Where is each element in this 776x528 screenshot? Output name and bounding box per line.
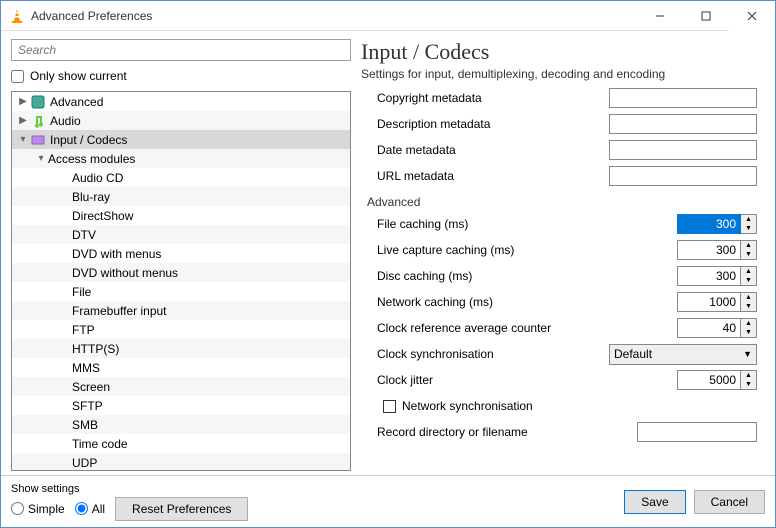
minimize-button[interactable] — [637, 1, 683, 31]
field-label: Date metadata — [377, 143, 609, 157]
chevron-down-icon[interactable]: ▾ — [16, 134, 30, 145]
chevron-down-icon: ▼ — [741, 250, 756, 259]
maximize-button[interactable] — [683, 1, 729, 31]
record-directory-input[interactable] — [637, 422, 757, 442]
tree-item[interactable]: Time code — [12, 434, 350, 453]
field-label: Disc caching (ms) — [377, 269, 677, 283]
url-metadata-input[interactable] — [609, 166, 757, 186]
gear-icon — [30, 94, 46, 110]
spinner-buttons[interactable]: ▲▼ — [741, 214, 757, 234]
tree-item[interactable]: MMS — [12, 358, 350, 377]
settings-scroll[interactable]: Copyright metadata Description metadata … — [361, 85, 765, 471]
tree-item[interactable]: Audio CD — [12, 168, 350, 187]
tree-item[interactable]: HTTP(S) — [12, 339, 350, 358]
section-header-advanced: Advanced — [361, 189, 763, 211]
chevron-up-icon: ▲ — [741, 293, 756, 302]
tree-item[interactable]: SMB — [12, 415, 350, 434]
chevron-down-icon: ▼ — [741, 328, 756, 337]
input-codecs-icon — [30, 132, 46, 148]
chevron-down-icon: ▼ — [741, 380, 756, 389]
chevron-down-icon[interactable]: ▾ — [34, 153, 48, 164]
tree-item[interactable]: SFTP — [12, 396, 350, 415]
field-label: Clock jitter — [377, 373, 677, 387]
spinner-buttons[interactable]: ▲▼ — [741, 292, 757, 312]
description-metadata-input[interactable] — [609, 114, 757, 134]
only-show-current[interactable]: Only show current — [11, 69, 351, 83]
field-label: File caching (ms) — [377, 217, 677, 231]
only-show-current-label: Only show current — [30, 69, 127, 83]
tree-item-input-codecs[interactable]: ▾ Input / Codecs — [12, 130, 350, 149]
spinner-buttons[interactable]: ▲▼ — [741, 266, 757, 286]
spinner-buttons[interactable]: ▲▼ — [741, 318, 757, 338]
tree-item[interactable]: DVD without menus — [12, 263, 350, 282]
tree-item[interactable]: DVD with menus — [12, 244, 350, 263]
search-input[interactable] — [11, 39, 351, 61]
chevron-down-icon: ▼ — [741, 276, 756, 285]
all-radio[interactable]: All — [75, 502, 105, 516]
chevron-up-icon: ▲ — [741, 371, 756, 380]
clock-jitter-input[interactable] — [677, 370, 741, 390]
date-metadata-input[interactable] — [609, 140, 757, 160]
copyright-metadata-input[interactable] — [609, 88, 757, 108]
chevron-up-icon: ▲ — [741, 241, 756, 250]
chevron-down-icon: ▼ — [743, 349, 752, 359]
content-area: Only show current ▶ Advanced ▶ Audio ▾ I… — [1, 31, 775, 475]
field-label: Network synchronisation — [402, 399, 757, 413]
field-label: Record directory or filename — [377, 425, 637, 439]
reset-preferences-button[interactable]: Reset Preferences — [115, 497, 248, 521]
titlebar: Advanced Preferences — [1, 1, 775, 31]
only-show-current-checkbox[interactable] — [11, 70, 24, 83]
field-label: URL metadata — [377, 169, 609, 183]
field-label: Clock reference average counter — [377, 321, 677, 335]
footer: Show settings Simple All Reset Preferenc… — [1, 475, 775, 527]
tree-item[interactable]: UDP — [12, 453, 350, 471]
tree-item-access-modules[interactable]: ▾ Access modules — [12, 149, 350, 168]
cancel-button[interactable]: Cancel — [694, 490, 765, 514]
close-button[interactable] — [729, 1, 775, 31]
category-tree[interactable]: ▶ Advanced ▶ Audio ▾ Input / Codecs ▾ Ac… — [11, 91, 351, 471]
tree-item-audio[interactable]: ▶ Audio — [12, 111, 350, 130]
file-caching-input[interactable] — [677, 214, 741, 234]
vlc-app-icon — [9, 8, 25, 24]
chevron-right-icon[interactable]: ▶ — [16, 115, 30, 126]
spinner-buttons[interactable]: ▲▼ — [741, 240, 757, 260]
field-label: Live capture caching (ms) — [377, 243, 677, 257]
tree-item[interactable]: File — [12, 282, 350, 301]
window-title: Advanced Preferences — [31, 9, 637, 23]
tree-item[interactable]: Blu-ray — [12, 187, 350, 206]
page-title: Input / Codecs — [361, 39, 765, 65]
clock-reference-input[interactable] — [677, 318, 741, 338]
network-caching-input[interactable] — [677, 292, 741, 312]
live-capture-caching-input[interactable] — [677, 240, 741, 260]
field-label: Copyright metadata — [377, 91, 609, 105]
tree-item[interactable]: Screen — [12, 377, 350, 396]
chevron-up-icon: ▲ — [741, 215, 756, 224]
tree-item[interactable]: DirectShow — [12, 206, 350, 225]
tree-item[interactable]: Framebuffer input — [12, 301, 350, 320]
chevron-up-icon: ▲ — [741, 319, 756, 328]
left-panel: Only show current ▶ Advanced ▶ Audio ▾ I… — [11, 39, 351, 471]
tree-item-advanced[interactable]: ▶ Advanced — [12, 92, 350, 111]
music-note-icon — [30, 113, 46, 129]
field-label: Network caching (ms) — [377, 295, 677, 309]
page-subtitle: Settings for input, demultiplexing, deco… — [361, 67, 765, 81]
network-sync-checkbox[interactable] — [383, 400, 396, 413]
chevron-up-icon: ▲ — [741, 267, 756, 276]
field-label: Description metadata — [377, 117, 609, 131]
clock-sync-select[interactable]: Default▼ — [609, 344, 757, 365]
chevron-right-icon[interactable]: ▶ — [16, 96, 30, 107]
chevron-down-icon: ▼ — [741, 302, 756, 311]
simple-radio[interactable]: Simple — [11, 502, 65, 516]
show-settings-label: Show settings — [11, 483, 248, 495]
tree-item[interactable]: FTP — [12, 320, 350, 339]
chevron-down-icon: ▼ — [741, 224, 756, 233]
show-settings-group: Show settings Simple All Reset Preferenc… — [11, 483, 248, 521]
spinner-buttons[interactable]: ▲▼ — [741, 370, 757, 390]
disc-caching-input[interactable] — [677, 266, 741, 286]
right-panel: Input / Codecs Settings for input, demul… — [361, 39, 765, 471]
save-button[interactable]: Save — [624, 490, 685, 514]
field-label: Clock synchronisation — [377, 347, 609, 361]
tree-item[interactable]: DTV — [12, 225, 350, 244]
